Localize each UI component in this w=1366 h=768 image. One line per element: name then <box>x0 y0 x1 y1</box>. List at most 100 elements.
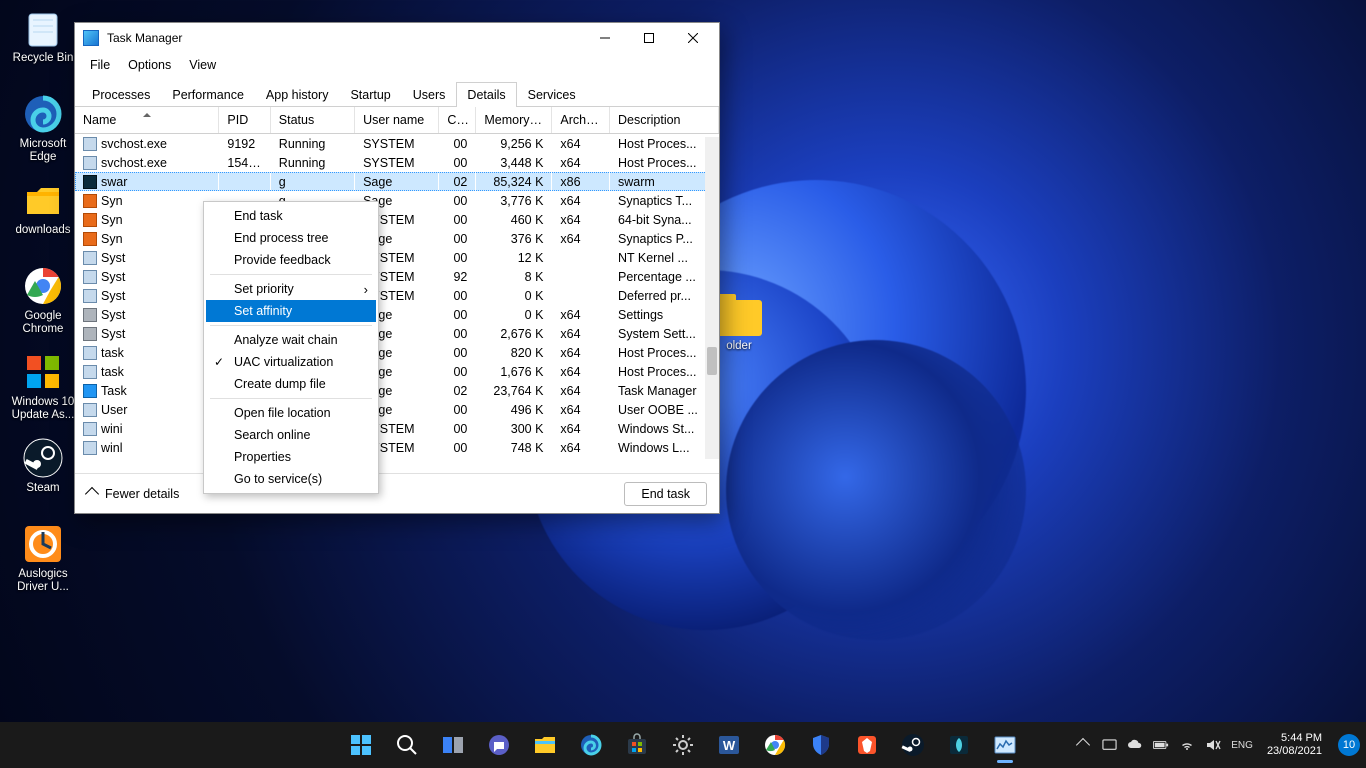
context-item-set-affinity[interactable]: Set affinity <box>206 300 376 322</box>
desktop-icon-auslogics-driver-u-[interactable]: Auslogics Driver U... <box>4 520 82 600</box>
context-item-search-online[interactable]: Search online <box>206 424 376 446</box>
fewer-details-toggle[interactable]: Fewer details <box>87 487 179 501</box>
column-header-cpu[interactable]: CPU <box>439 107 476 134</box>
taskbar-chat[interactable] <box>479 725 519 765</box>
process-row[interactable]: SystdedSage000 Kx64Settings <box>75 305 719 324</box>
end-task-button[interactable]: End task <box>624 482 707 506</box>
column-header-pid[interactable]: PID <box>219 107 270 134</box>
process-row[interactable]: SyngSage003,776 Kx64Synaptics T... <box>75 191 719 210</box>
cell-memory: 300 K <box>476 419 552 438</box>
menu-file[interactable]: File <box>81 55 119 75</box>
wifi-icon[interactable] <box>1179 737 1195 753</box>
taskbar-chrome[interactable] <box>755 725 795 765</box>
cell-description: NT Kernel ... <box>609 248 718 267</box>
tab-processes[interactable]: Processes <box>81 82 161 107</box>
desktop-icon-windows-10-update-as-[interactable]: Windows 10 Update As... <box>4 348 82 428</box>
tab-performance[interactable]: Performance <box>161 82 255 107</box>
desktop-icon-recycle-bin[interactable]: Recycle Bin <box>4 4 82 84</box>
context-item-open-file-location[interactable]: Open file location <box>206 402 376 424</box>
context-item-provide-feedback[interactable]: Provide feedback <box>206 249 376 271</box>
context-item-set-priority[interactable]: Set priority <box>206 278 376 300</box>
process-row[interactable]: winlgSYSTEM00748 Kx64Windows L... <box>75 438 719 457</box>
process-row[interactable]: SystgSage002,676 Kx64System Sett... <box>75 324 719 343</box>
desktop-icon-google-chrome[interactable]: Google Chrome <box>4 262 82 342</box>
tab-app-history[interactable]: App history <box>255 82 340 107</box>
taskbar-search[interactable] <box>387 725 427 765</box>
tab-details[interactable]: Details <box>456 82 516 107</box>
process-row[interactable]: SystgSYSTEM928 KPercentage ... <box>75 267 719 286</box>
context-item-uac-virtualization[interactable]: UAC virtualization <box>206 351 376 373</box>
scrollbar-thumb[interactable] <box>707 347 717 375</box>
process-row[interactable]: SystgSYSTEM0012 KNT Kernel ... <box>75 248 719 267</box>
process-row[interactable]: taskgSage001,676 Kx64Host Proces... <box>75 362 719 381</box>
touchpad-icon[interactable] <box>1101 737 1117 753</box>
maximize-button[interactable] <box>627 24 671 52</box>
desktop-icon-steam[interactable]: Steam <box>4 434 82 514</box>
taskbar-start[interactable] <box>341 725 381 765</box>
taskbar-settings[interactable] <box>663 725 703 765</box>
process-row[interactable]: taskgSage00820 Kx64Host Proces... <box>75 343 719 362</box>
tab-services[interactable]: Services <box>517 82 587 107</box>
tab-users[interactable]: Users <box>402 82 457 107</box>
column-header-status[interactable]: Status <box>270 107 354 134</box>
taskbar-edge[interactable] <box>571 725 611 765</box>
taskbar-brave[interactable] <box>847 725 887 765</box>
cell-arch: x64 <box>552 229 610 248</box>
cell-memory: 496 K <box>476 400 552 419</box>
cell-arch: x64 <box>552 362 610 381</box>
scrollbar[interactable] <box>705 137 719 459</box>
column-header-archite-[interactable]: Archite... <box>552 107 610 134</box>
minimize-button[interactable] <box>583 24 627 52</box>
cell-status: Running <box>270 153 354 172</box>
column-header-description[interactable]: Description <box>609 107 718 134</box>
process-row[interactable]: svchost.exe15444RunningSYSTEM003,448 Kx6… <box>75 153 719 172</box>
cell-name: Syst <box>75 267 219 286</box>
taskbar-steam[interactable] <box>893 725 933 765</box>
cell-arch: x64 <box>552 134 610 154</box>
volume-icon[interactable] <box>1205 737 1221 753</box>
clock[interactable]: 5:44 PM 23/08/2021 <box>1267 732 1322 758</box>
process-row[interactable]: SyngSYSTEM00460 Kx6464-bit Syna... <box>75 210 719 229</box>
process-row[interactable]: UsergSage00496 Kx64User OOBE ... <box>75 400 719 419</box>
taskbar-store[interactable] <box>617 725 657 765</box>
tray-overflow-icon[interactable] <box>1075 737 1091 753</box>
battery-icon[interactable] <box>1153 737 1169 753</box>
language-icon[interactable]: ENG <box>1231 737 1253 753</box>
process-row[interactable]: svchost.exe9192RunningSYSTEM009,256 Kx64… <box>75 134 719 154</box>
taskbar-taskview[interactable] <box>433 725 473 765</box>
notification-badge[interactable]: 10 <box>1338 734 1360 756</box>
cell-status: Running <box>270 134 354 154</box>
context-menu: End taskEnd process treeProvide feedback… <box>203 201 379 494</box>
process-row[interactable]: swargSage0285,324 Kx86swarm <box>75 172 719 191</box>
process-row[interactable]: SyngSage00376 Kx64Synaptics P... <box>75 229 719 248</box>
context-item-go-to-service-s[interactable]: Go to service(s) <box>206 468 376 490</box>
close-button[interactable] <box>671 24 715 52</box>
desktop-icon-downloads[interactable]: downloads <box>4 176 82 256</box>
column-header-name[interactable]: Name <box>75 107 219 134</box>
process-row[interactable]: winigSYSTEM00300 Kx64Windows St... <box>75 419 719 438</box>
menu-options[interactable]: Options <box>119 55 180 75</box>
menu-view[interactable]: View <box>180 55 225 75</box>
cell-memory: 460 K <box>476 210 552 229</box>
taskbar-explorer[interactable] <box>525 725 565 765</box>
context-item-end-task[interactable]: End task <box>206 205 376 227</box>
desktop-icon-microsoft-edge[interactable]: Microsoft Edge <box>4 90 82 170</box>
taskbar-word[interactable]: W <box>709 725 749 765</box>
context-separator <box>210 325 372 326</box>
context-item-analyze-wait-chain[interactable]: Analyze wait chain <box>206 329 376 351</box>
taskbar-taskmgr[interactable] <box>985 725 1025 765</box>
taskbar-security[interactable] <box>801 725 841 765</box>
column-header-memory-a-[interactable]: Memory (a... <box>476 107 552 134</box>
process-row[interactable]: SystgSYSTEM000 KDeferred pr... <box>75 286 719 305</box>
tab-startup[interactable]: Startup <box>339 82 401 107</box>
cell-arch: x64 <box>552 381 610 400</box>
context-item-create-dump-file[interactable]: Create dump file <box>206 373 376 395</box>
process-row[interactable]: TaskgSage0223,764 Kx64Task Manager <box>75 381 719 400</box>
cell-description: 64-bit Syna... <box>609 210 718 229</box>
column-header-user-name[interactable]: User name <box>355 107 439 134</box>
taskbar-swarm[interactable] <box>939 725 979 765</box>
titlebar[interactable]: Task Manager <box>75 23 719 53</box>
context-item-properties[interactable]: Properties <box>206 446 376 468</box>
context-item-end-process-tree[interactable]: End process tree <box>206 227 376 249</box>
onedrive-icon[interactable] <box>1127 737 1143 753</box>
